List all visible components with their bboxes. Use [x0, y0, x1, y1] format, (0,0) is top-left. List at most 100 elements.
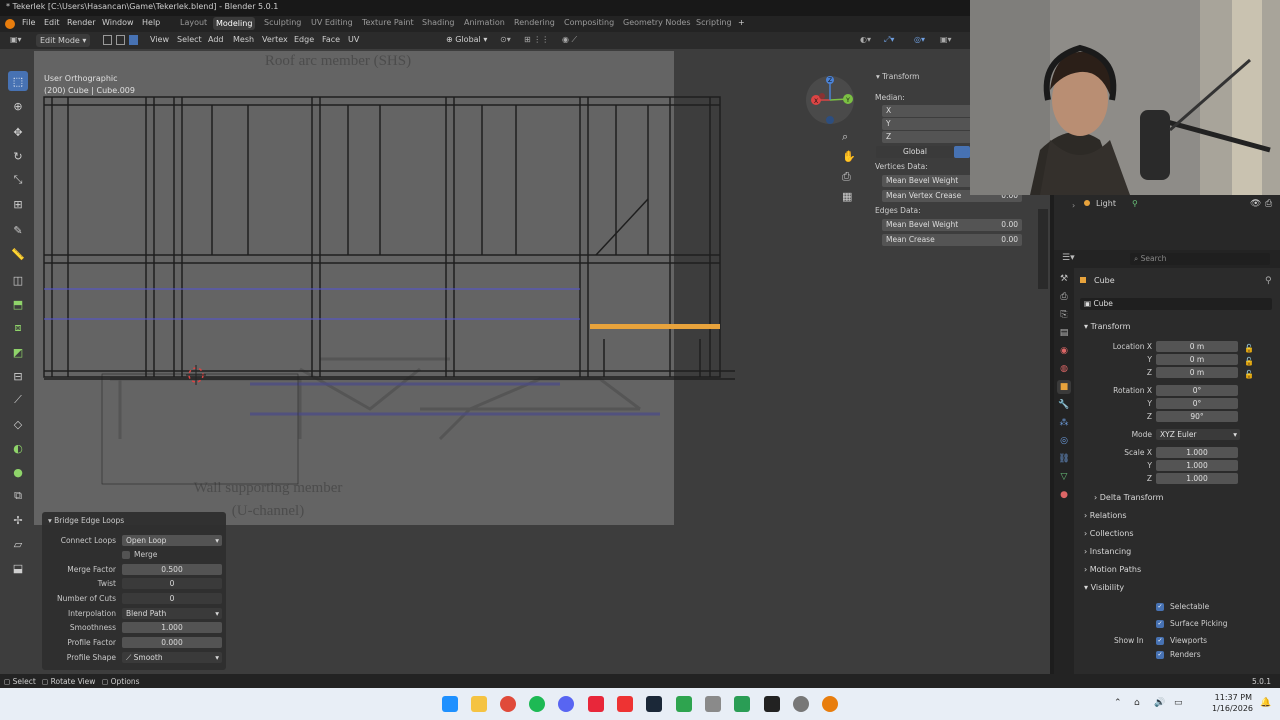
camera-view-icon[interactable]: ⎙ [842, 170, 851, 184]
mode-dropdown[interactable]: Edit Mode ▾ [36, 34, 91, 47]
profile-factor-field[interactable]: 0.000 [122, 637, 222, 648]
editor-type-icon[interactable]: ☰▾ [1062, 253, 1075, 263]
edge-crease-field[interactable]: Mean Crease 0.00 [882, 234, 1022, 246]
annotate-tool-icon[interactable]: ✎ [8, 220, 28, 240]
delta-transform-section[interactable]: › Delta Transform [1094, 493, 1163, 502]
relations-section[interactable]: › Relations [1084, 511, 1127, 520]
scale-y-field[interactable]: 1.000 [1156, 460, 1238, 471]
expand-arrow-icon[interactable]: › [1072, 201, 1075, 210]
file-explorer-icon[interactable] [471, 696, 487, 712]
tab-modeling[interactable]: Modeling [213, 17, 256, 30]
tab-layout[interactable]: Layout [180, 18, 207, 27]
menu-select[interactable]: Select [177, 35, 202, 44]
tab-uv-editing[interactable]: UV Editing [311, 18, 353, 27]
clock-time[interactable]: 11:37 PM [1212, 693, 1252, 702]
tab-rendering[interactable]: Rendering [514, 18, 555, 27]
scene-tab-icon[interactable]: ◉ [1057, 344, 1071, 358]
local-space-button[interactable]: Local [954, 146, 970, 158]
tab-texture-paint[interactable]: Texture Paint [362, 18, 414, 27]
tab-shading[interactable]: Shading [422, 18, 455, 27]
selectable-checkbox[interactable]: ✓ [1156, 603, 1164, 611]
viewports-checkbox[interactable]: ✓ [1156, 637, 1164, 645]
menu-add[interactable]: Add [208, 35, 224, 44]
tab-animation[interactable]: Animation [464, 18, 505, 27]
location-y-field[interactable]: 0 m [1156, 354, 1238, 365]
rip-tool-icon[interactable]: ⬓ [8, 558, 28, 578]
tab-scripting[interactable]: Scripting [696, 18, 732, 27]
smoothness-field[interactable]: 1.000 [122, 622, 222, 633]
overlay-toggle-icon[interactable]: ◎▾ [914, 35, 925, 44]
global-space-button[interactable]: Global [876, 146, 954, 158]
network-icon[interactable]: ⌂ [1134, 698, 1140, 708]
tray-chevron-icon[interactable]: ⌃ [1114, 698, 1122, 708]
shear-tool-icon[interactable]: ▱ [8, 534, 28, 554]
add-cube-tool-icon[interactable]: ◫ [8, 270, 28, 290]
pivot-icon[interactable]: ⊙▾ [500, 35, 511, 44]
edge-slide-tool-icon[interactable]: ⧉ [8, 486, 28, 506]
menu-help[interactable]: Help [142, 18, 160, 27]
smooth-tool-icon[interactable]: ● [8, 462, 28, 482]
windows-start-icon[interactable] [442, 696, 458, 712]
volume-icon[interactable]: 🔊 [1154, 698, 1165, 708]
extrude-tool-icon[interactable]: ⬒ [8, 294, 28, 314]
visibility-icon[interactable]: ◐▾ [860, 35, 871, 44]
editor-app-icon[interactable] [617, 696, 633, 712]
rotation-z-field[interactable]: 90° [1156, 411, 1238, 422]
steam-icon[interactable] [646, 696, 662, 712]
edge-bevel-weight-field[interactable]: Mean Bevel Weight 0.00 [882, 219, 1022, 231]
green-app-icon[interactable] [734, 696, 750, 712]
twist-field[interactable]: 0 [122, 578, 222, 589]
eye-icon[interactable]: 👁 [1250, 199, 1261, 209]
median-z-field[interactable]: Z [882, 131, 972, 143]
constraints-tab-icon[interactable]: ⛓ [1057, 452, 1071, 466]
menu-face[interactable]: Face [322, 35, 340, 44]
lock-icons[interactable]: 🔓 🔓 🔓 [1244, 342, 1254, 381]
move-tool-icon[interactable]: ✥ [8, 122, 28, 142]
world-tab-icon[interactable]: ◍ [1057, 362, 1071, 376]
material-tab-icon[interactable]: ● [1057, 488, 1071, 502]
clock-date[interactable]: 1/16/2026 [1212, 704, 1253, 713]
grid-view-icon[interactable]: ▦ [842, 190, 852, 203]
settings-icon[interactable] [793, 696, 809, 712]
merge-checkbox[interactable] [122, 551, 130, 559]
loop-cut-tool-icon[interactable]: ⊟ [8, 366, 28, 386]
orientation-dropdown[interactable]: ⊕ Global ▾ [446, 35, 487, 44]
visibility-section[interactable]: ▾ Visibility [1084, 583, 1124, 592]
outliner-item-light[interactable]: Light [1096, 199, 1116, 208]
discord-icon[interactable] [558, 696, 574, 712]
gizmo-toggle-icon[interactable]: ⤢▾ [884, 35, 894, 45]
store-app-icon[interactable] [676, 696, 692, 712]
object-tab-icon[interactable]: ■ [1057, 380, 1071, 394]
sidebar-tabs[interactable] [1038, 209, 1048, 289]
select-face-icon[interactable] [129, 35, 138, 45]
properties-search-input[interactable]: ⌕ Search [1130, 253, 1270, 265]
knife-tool-icon[interactable]: ⟋ [8, 390, 28, 410]
interpolation-dropdown[interactable]: Blend Path ▾ [122, 608, 222, 619]
transform-section-header[interactable]: ▾ Transform [1084, 322, 1130, 331]
menu-uv[interactable]: UV [348, 35, 359, 44]
redo-panel-header[interactable]: ▾ Bridge Edge Loops [48, 516, 124, 525]
select-edge-icon[interactable] [116, 35, 125, 45]
collections-section[interactable]: › Collections [1084, 529, 1134, 538]
scale-z-field[interactable]: 1.000 [1156, 473, 1238, 484]
blender-logo-icon[interactable] [5, 19, 15, 29]
poly-build-tool-icon[interactable]: ◇ [8, 414, 28, 434]
surface-picking-checkbox[interactable]: ✓ [1156, 620, 1164, 628]
bevel-tool-icon[interactable]: ◩ [8, 342, 28, 362]
profile-shape-dropdown[interactable]: ⟋ Smooth ▾ [122, 652, 222, 663]
add-workspace-button[interactable]: + [738, 18, 745, 27]
view-layer-tab-icon[interactable]: ▤ [1057, 326, 1071, 340]
xray-icon[interactable]: ▣▾ [940, 35, 952, 44]
rotate-tool-icon[interactable]: ↻ [8, 146, 28, 166]
location-x-field[interactable]: 0 m [1156, 341, 1238, 352]
menu-view[interactable]: View [150, 35, 169, 44]
object-name-field[interactable]: ▣ Cube [1080, 298, 1272, 310]
select-box-tool-icon[interactable]: ⬚ [8, 71, 28, 91]
median-x-field[interactable]: X [882, 105, 972, 117]
menu-render[interactable]: Render [67, 18, 95, 27]
rotation-mode-dropdown[interactable]: XYZ Euler ▾ [1156, 429, 1240, 440]
data-tab-icon[interactable]: ▽ [1057, 470, 1071, 484]
transform-tool-icon[interactable]: ⊞ [8, 194, 28, 214]
notifications-icon[interactable]: 🔔 [1260, 698, 1271, 708]
spin-tool-icon[interactable]: ◐ [8, 438, 28, 458]
